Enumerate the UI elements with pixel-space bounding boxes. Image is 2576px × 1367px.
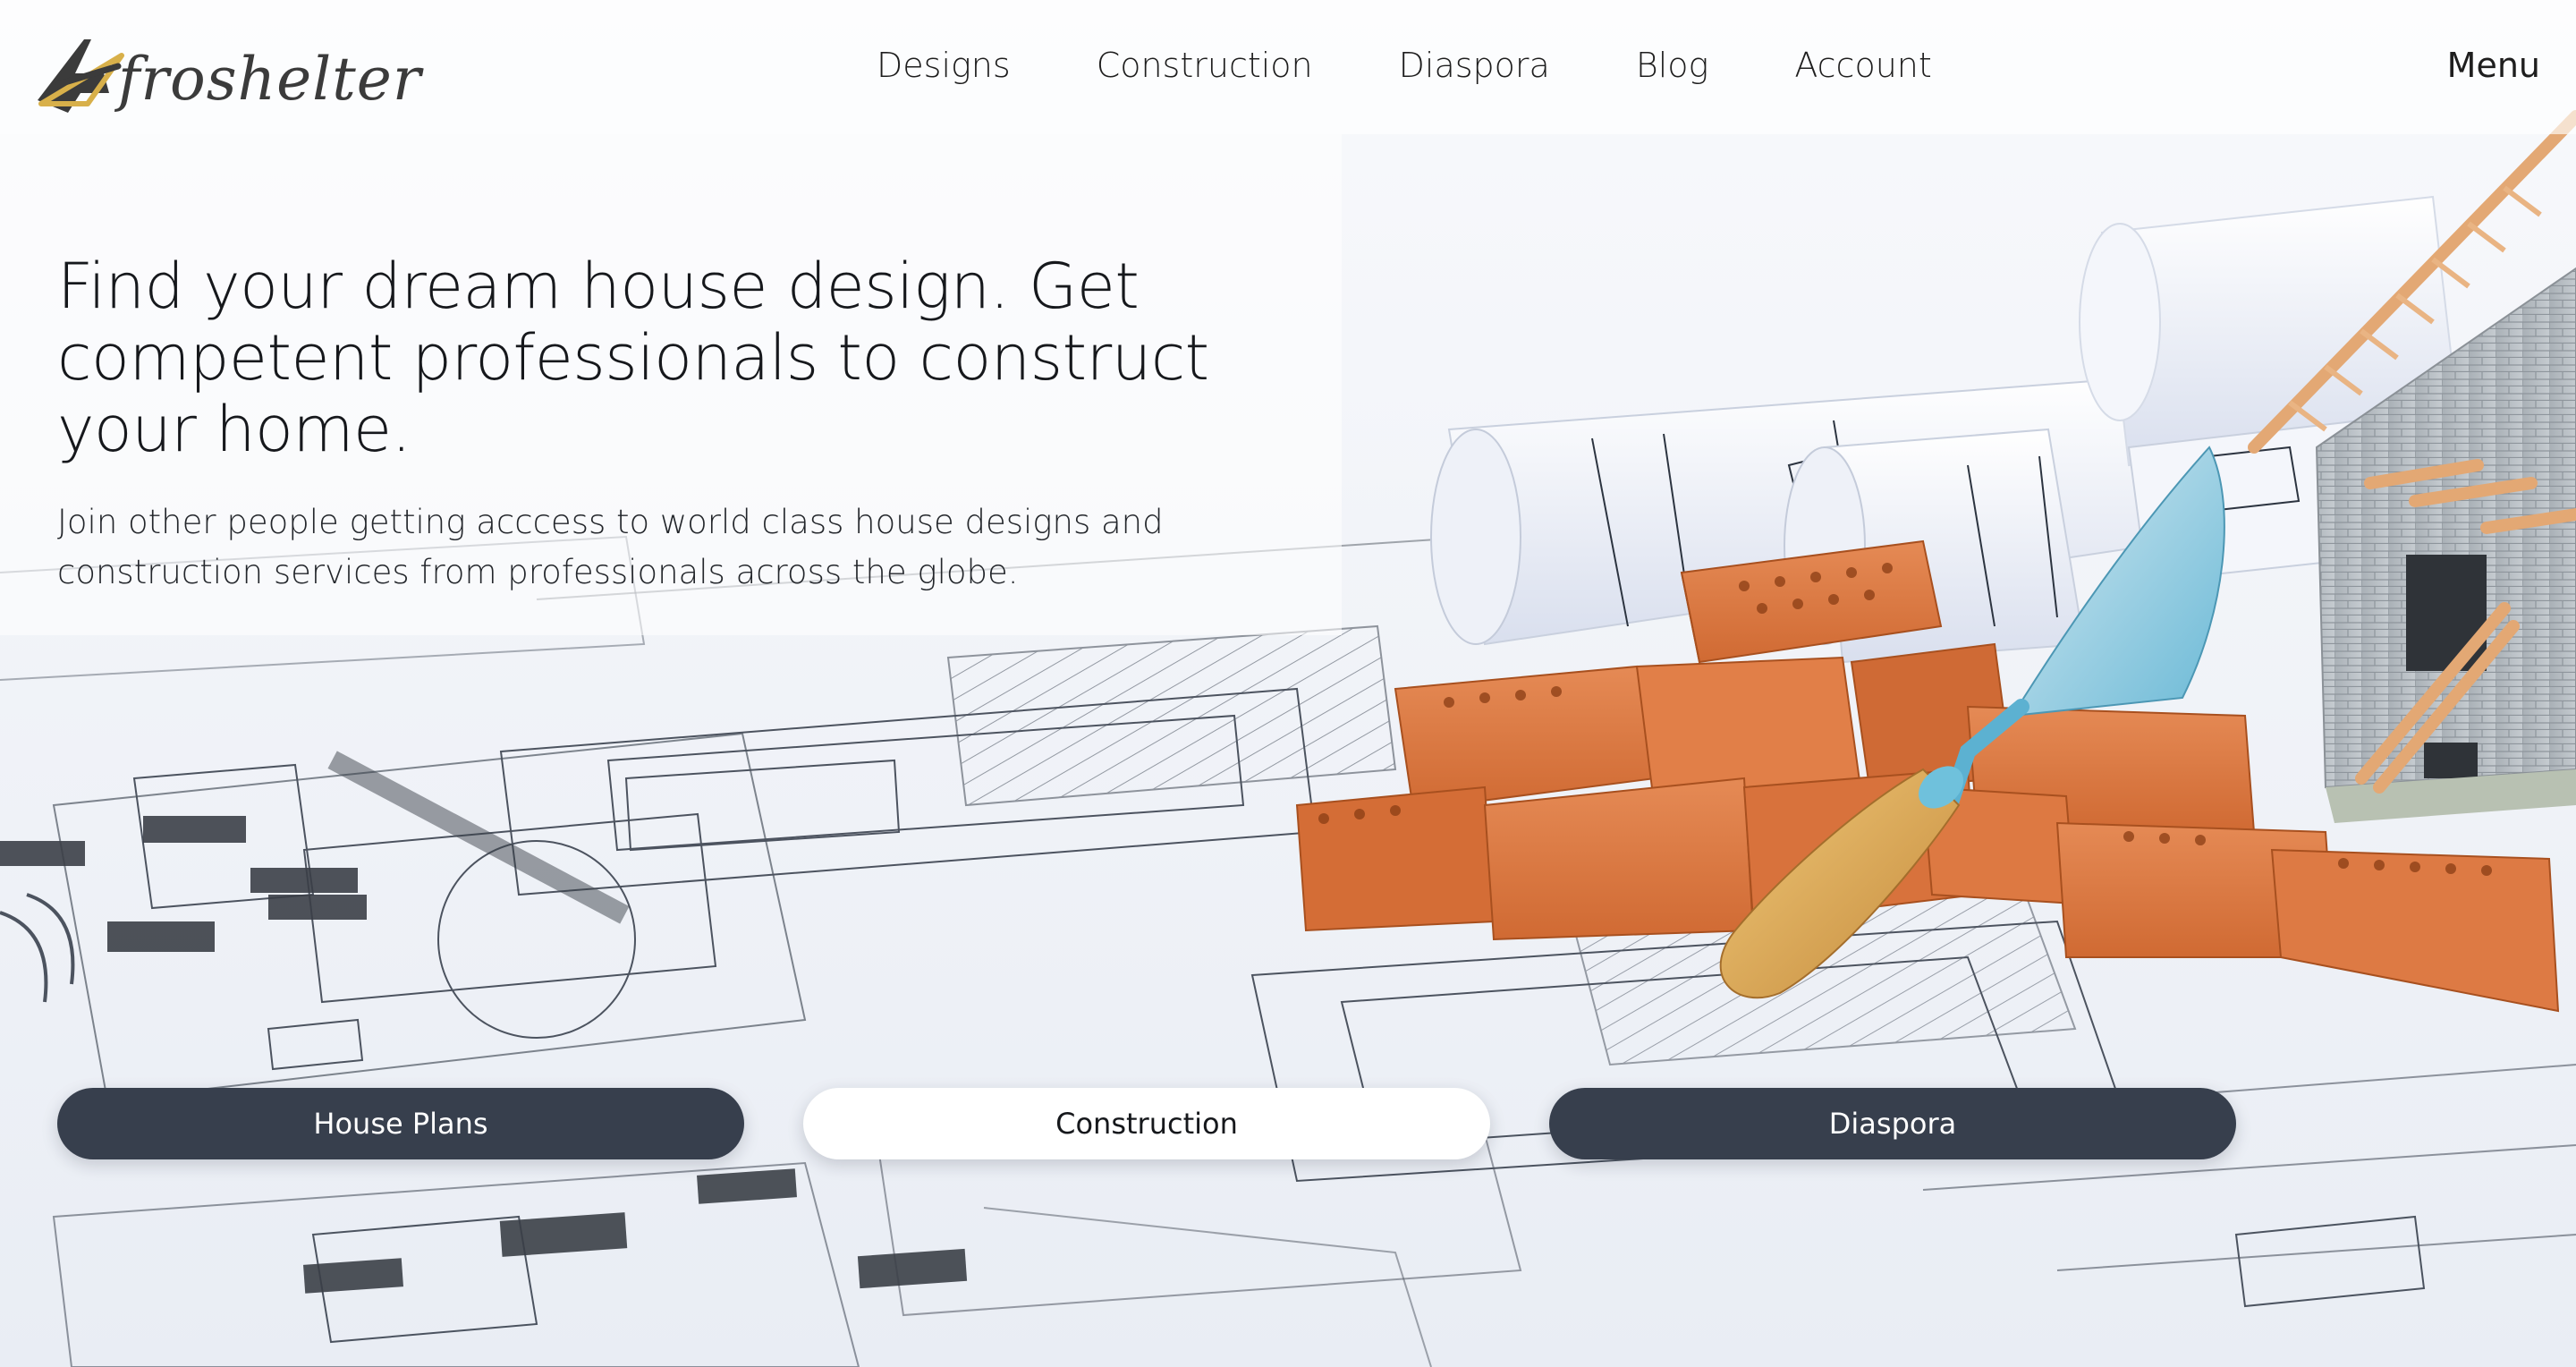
house-plans-button[interactable]: House Plans [57, 1088, 744, 1159]
site-header: froshelter Designs Construction Diaspora… [0, 0, 2576, 134]
hero-subtitle: Join other people getting acccess to wor… [57, 503, 1164, 591]
hero-section: froshelter Designs Construction Diaspora… [0, 0, 2576, 1367]
main-nav: Designs Construction Diaspora Blog Accou… [877, 48, 1932, 93]
nav-link-construction[interactable]: Construction [1097, 48, 1313, 93]
cta-button-row: House Plans Construction Diaspora [57, 1088, 2236, 1159]
menu-button[interactable]: Menu [2447, 48, 2540, 82]
nav-link-diaspora[interactable]: Diaspora [1399, 48, 1550, 93]
hero-title: Find your dream house design. Get compet… [57, 250, 1209, 466]
nav-link-blog[interactable]: Blog [1636, 48, 1709, 93]
afroshelter-logo-icon [38, 39, 124, 113]
diaspora-button[interactable]: Diaspora [1549, 1088, 2236, 1159]
hero-content: Find your dream house design. Get compet… [57, 250, 1309, 598]
nav-link-account[interactable]: Account [1794, 48, 1931, 93]
nav-link-designs[interactable]: Designs [877, 48, 1011, 93]
hero-background-image [0, 0, 2576, 1367]
brand-name: froshelter [118, 45, 422, 114]
brand-logo[interactable]: froshelter [32, 30, 420, 120]
construction-button[interactable]: Construction [803, 1088, 1490, 1159]
